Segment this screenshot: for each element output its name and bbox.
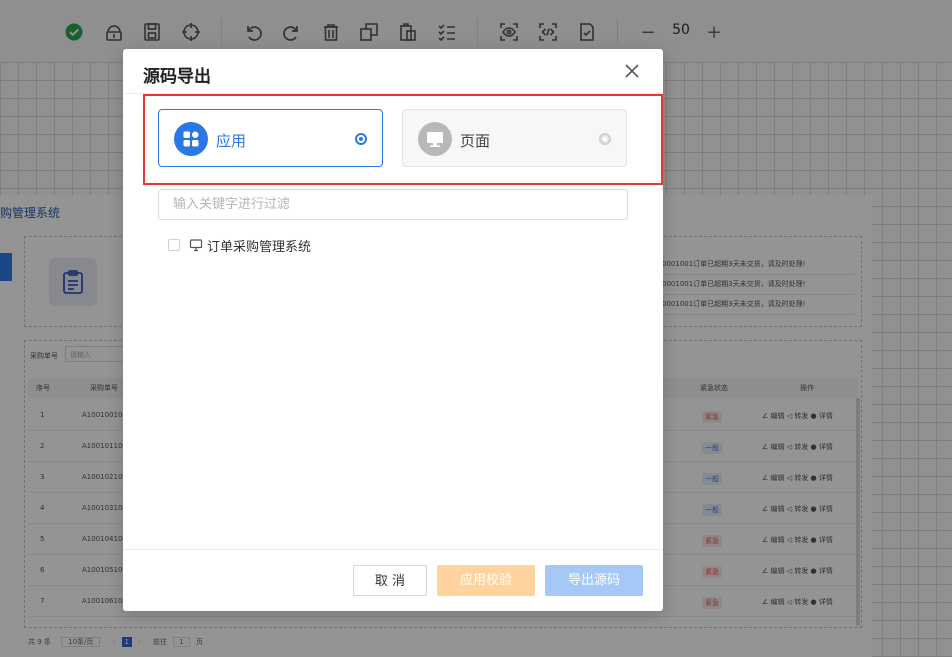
- option-label-app: 应用: [216, 132, 247, 150]
- dialog-footer-divider: [123, 549, 663, 550]
- dialog-header-divider: [123, 93, 663, 94]
- app-grid-icon: [174, 122, 208, 156]
- page-monitor-icon: [418, 122, 452, 156]
- option-label-page: 页面: [460, 132, 491, 150]
- option-radio-app[interactable]: [355, 133, 367, 145]
- close-icon[interactable]: [623, 62, 641, 80]
- source-export-dialog: 源码导出 应用 页面 订单采购管理系统 取 消 应用校验 导出源码: [123, 49, 663, 611]
- cancel-button[interactable]: 取 消: [353, 565, 427, 596]
- tree-item-label: 订单采购管理系统: [207, 239, 312, 255]
- monitor-icon: [189, 239, 203, 252]
- dialog-title: 源码导出: [143, 67, 211, 87]
- export-source-button[interactable]: 导出源码: [545, 565, 643, 596]
- option-radio-page[interactable]: [599, 133, 611, 145]
- option-card-page[interactable]: 页面: [402, 109, 627, 167]
- app-check-button[interactable]: 应用校验: [437, 565, 535, 596]
- keyword-filter-input[interactable]: [158, 189, 628, 220]
- tree-item-checkbox[interactable]: [168, 239, 180, 251]
- tree-item[interactable]: 订单采购管理系统: [168, 236, 312, 255]
- option-card-app[interactable]: 应用: [158, 109, 383, 167]
